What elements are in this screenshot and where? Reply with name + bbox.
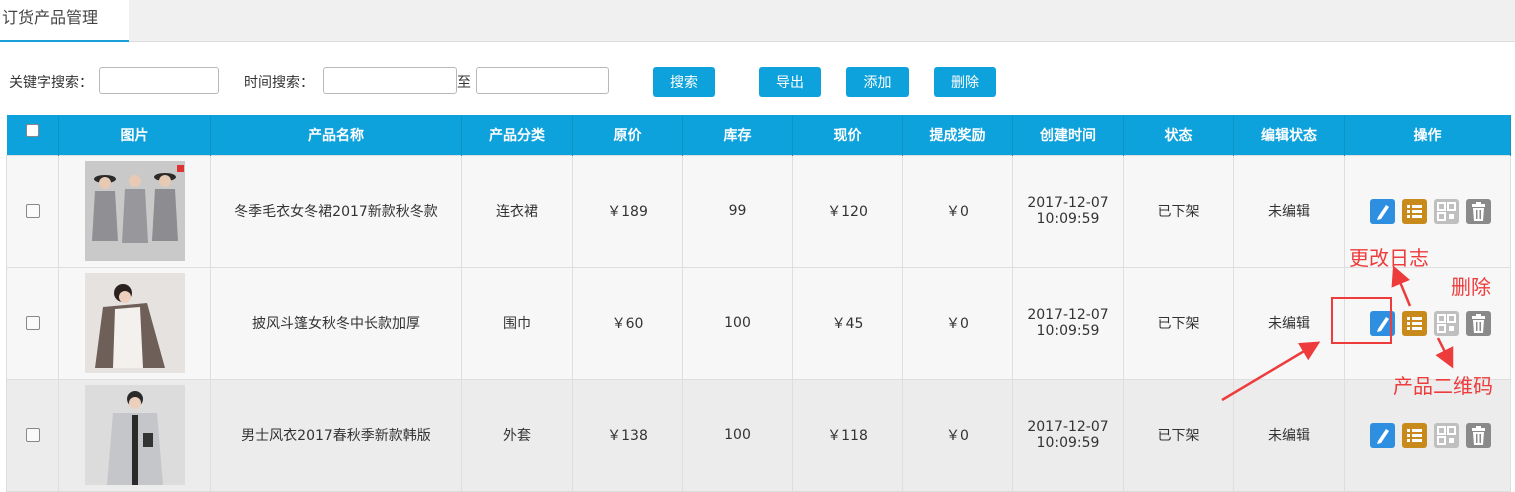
change-log-icon[interactable] [1402, 422, 1427, 448]
annotation-change-log: 更改日志 [1349, 246, 1429, 270]
table-row: 披风斗篷女秋冬中长款加厚 围巾 ￥60 100 ￥45 ￥0 2017-12-0… [6, 266, 1511, 380]
created-clock: 10:09:59 [1036, 323, 1100, 339]
product-image[interactable] [84, 385, 185, 485]
header-category: 产品分类 [461, 115, 573, 155]
created-date: 2017-12-07 [1027, 419, 1109, 435]
product-name: 男士风衣2017春秋季新款韩版 [210, 378, 462, 492]
product-category: 围巾 [461, 266, 573, 380]
created-time: 2017-12-07 10:09:59 [1012, 378, 1124, 492]
product-image-cell [58, 378, 211, 492]
stock: 100 [682, 266, 793, 380]
table-row: 冬季毛衣女冬裙2017新款秋冬款 连衣裙 ￥189 99 ￥120 ￥0 201… [6, 154, 1511, 268]
header-actions: 操作 [1344, 115, 1511, 155]
bonus: ￥0 [902, 266, 1013, 380]
product-image[interactable] [84, 161, 185, 261]
edit-status: 未编辑 [1233, 266, 1345, 380]
search-button[interactable]: 搜索 [653, 67, 715, 97]
keyword-search-input[interactable] [99, 67, 219, 94]
tab-bar: 订货产品管理 [0, 0, 1515, 42]
select-all-header [6, 115, 59, 155]
status: 已下架 [1123, 266, 1234, 380]
annotation-qr-code: 产品二维码 [1393, 374, 1493, 398]
header-created-time: 创建时间 [1012, 115, 1124, 155]
qr-code-icon[interactable] [1434, 422, 1459, 448]
current-price: ￥45 [792, 266, 903, 380]
product-category: 外套 [461, 378, 573, 492]
row-checkbox[interactable] [25, 428, 40, 442]
qr-code-icon[interactable] [1434, 198, 1459, 224]
stock: 100 [682, 378, 793, 492]
original-price: ￥138 [572, 378, 683, 492]
status: 已下架 [1123, 154, 1234, 268]
original-price: ￥189 [572, 154, 683, 268]
tab-order-product-management[interactable]: 订货产品管理 [0, 0, 129, 42]
product-category: 连衣裙 [461, 154, 573, 268]
edit-icon[interactable] [1370, 422, 1395, 448]
product-image-cell [58, 154, 211, 268]
table-row: 男士风衣2017春秋季新款韩版 外套 ￥138 100 ￥118 ￥0 2017… [6, 378, 1511, 492]
header-bonus: 提成奖励 [902, 115, 1013, 155]
status: 已下架 [1123, 378, 1234, 492]
product-name: 披风斗篷女秋冬中长款加厚 [210, 266, 462, 380]
bonus: ￥0 [902, 154, 1013, 268]
header-stock: 库存 [682, 115, 793, 155]
time-from-input[interactable] [323, 67, 457, 94]
current-price: ￥118 [792, 378, 903, 492]
keyword-search-label: 关键字搜索： [9, 75, 93, 91]
edit-status: 未编辑 [1233, 378, 1345, 492]
original-price: ￥60 [572, 266, 683, 380]
bonus: ￥0 [902, 378, 1013, 492]
export-button[interactable]: 导出 [759, 67, 821, 97]
select-all-checkbox[interactable] [25, 124, 39, 137]
header-image: 图片 [58, 115, 211, 155]
header-edit-status: 编辑状态 [1233, 115, 1345, 155]
trash-icon[interactable] [1466, 198, 1491, 224]
product-table: 图片 产品名称 产品分类 原价 库存 现价 提成奖励 创建时间 状态 编辑状态 … [6, 115, 1511, 492]
annotation-delete: 删除 [1451, 275, 1491, 299]
search-toolbar [0, 54, 1488, 98]
table-header-row: 图片 产品名称 产品分类 原价 库存 现价 提成奖励 创建时间 状态 编辑状态 … [6, 115, 1511, 155]
header-status: 状态 [1123, 115, 1234, 155]
header-original-price: 原价 [572, 115, 683, 155]
change-log-icon[interactable] [1402, 310, 1427, 336]
product-image[interactable] [84, 273, 185, 373]
created-clock: 10:09:59 [1036, 435, 1100, 451]
product-name: 冬季毛衣女冬裙2017新款秋冬款 [210, 154, 462, 268]
stock: 99 [682, 154, 793, 268]
row-select-cell [6, 266, 59, 380]
edit-status: 未编辑 [1233, 154, 1345, 268]
annotation-highlight-box [1331, 297, 1392, 344]
created-time: 2017-12-07 10:09:59 [1012, 154, 1124, 268]
created-clock: 10:09:59 [1036, 211, 1100, 227]
product-image-cell [58, 266, 211, 380]
change-log-icon[interactable] [1402, 198, 1427, 224]
add-button[interactable]: 添加 [846, 67, 909, 97]
current-price: ￥120 [792, 154, 903, 268]
time-search-label: 时间搜索： [244, 75, 314, 91]
header-price: 现价 [792, 115, 903, 155]
delete-button[interactable]: 删除 [934, 67, 996, 97]
edit-icon[interactable] [1370, 198, 1395, 224]
trash-icon[interactable] [1466, 422, 1491, 448]
time-to-input[interactable] [476, 67, 609, 94]
header-product-name: 产品名称 [210, 115, 462, 155]
created-date: 2017-12-07 [1027, 195, 1109, 211]
trash-icon[interactable] [1466, 310, 1491, 336]
to-label: 至 [457, 75, 471, 91]
row-checkbox[interactable] [25, 204, 40, 218]
row-select-cell [6, 378, 59, 492]
qr-code-icon[interactable] [1434, 310, 1459, 336]
created-time: 2017-12-07 10:09:59 [1012, 266, 1124, 380]
row-checkbox[interactable] [25, 316, 40, 330]
row-select-cell [6, 154, 59, 268]
created-date: 2017-12-07 [1027, 307, 1109, 323]
